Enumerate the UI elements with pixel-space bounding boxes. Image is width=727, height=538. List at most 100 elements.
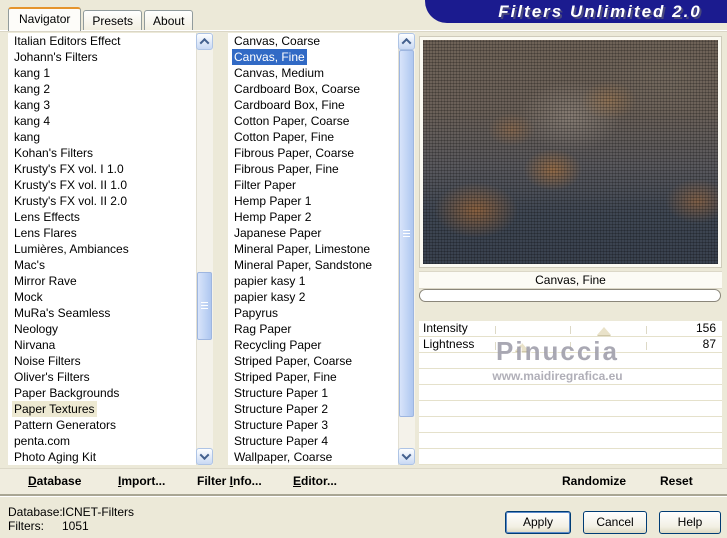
list-item[interactable]: Krusty's FX vol. I 1.0 <box>8 161 196 177</box>
list-item[interactable]: Krusty's FX vol. II 2.0 <box>8 193 196 209</box>
list-item[interactable]: Japanese Paper <box>228 225 398 241</box>
list-item[interactable]: Mineral Paper, Limestone <box>228 241 398 257</box>
list-item[interactable]: Cotton Paper, Coarse <box>228 113 398 129</box>
scroll-down-button[interactable] <box>196 448 213 465</box>
list-item[interactable]: Structure Paper 3 <box>228 417 398 433</box>
tab-about[interactable]: About <box>144 10 194 31</box>
slider-label: Intensity <box>423 321 468 335</box>
list-item[interactable]: Lumières, Ambiances <box>8 241 196 257</box>
filters-count-value: 1051 <box>62 519 89 533</box>
slider-value: 87 <box>702 337 716 351</box>
list-item[interactable]: Structure Paper 1 <box>228 385 398 401</box>
database-status-value: ICNET-Filters <box>62 505 134 519</box>
list-item[interactable]: kang 4 <box>8 113 196 129</box>
scroll-up-button[interactable] <box>398 33 415 50</box>
list-item[interactable]: Recycling Paper <box>228 337 398 353</box>
preview-caption: Canvas, Fine <box>419 271 722 289</box>
list-item[interactable]: Paper Backgrounds <box>8 385 196 401</box>
list-item[interactable]: Nirvana <box>8 337 196 353</box>
list-item[interactable]: kang <box>8 129 196 145</box>
filter-listbox[interactable]: Canvas, Coarse Canvas, Fine Canvas, Medium… <box>228 33 415 465</box>
list-item[interactable]: Italian Editors Effect <box>8 33 196 49</box>
list-item[interactable]: Lens Flares <box>8 225 196 241</box>
list-item[interactable]: Mirror Rave <box>8 273 196 289</box>
window-title: Filters Unlimited 2.0 <box>498 1 702 21</box>
list-item[interactable]: Cardboard Box, Coarse <box>228 81 398 97</box>
chevron-down-icon <box>401 450 412 461</box>
tab-divider <box>0 30 727 31</box>
list-item[interactable]: Canvas, Fine <box>228 49 398 65</box>
cancel-button[interactable]: Cancel <box>583 511 647 534</box>
chevron-up-icon <box>401 37 412 48</box>
list-item[interactable]: Structure Paper 4 <box>228 433 398 449</box>
filter-preview-image[interactable] <box>423 40 718 264</box>
slider-thumb[interactable] <box>597 327 612 335</box>
help-button[interactable]: Help <box>659 511 721 534</box>
list-item[interactable]: Neology <box>8 321 196 337</box>
list-item[interactable]: Structure Paper 2 <box>228 401 398 417</box>
list-item[interactable]: Paper Textures <box>8 401 196 417</box>
list-item[interactable]: Noise Filters <box>8 353 196 369</box>
list-item[interactable]: papier kasy 1 <box>228 273 398 289</box>
slider-lightness[interactable]: Lightness 87 <box>419 337 722 353</box>
scroll-up-button[interactable] <box>196 33 213 50</box>
list-item[interactable]: Cotton Paper, Fine <box>228 129 398 145</box>
list-item[interactable]: Striped Paper, Fine <box>228 369 398 385</box>
scrollbar-thumb[interactable] <box>399 50 414 417</box>
scrollbar-thumb[interactable] <box>197 272 212 340</box>
list-item[interactable]: Kohan's Filters <box>8 145 196 161</box>
category-scrollbar[interactable] <box>196 33 213 465</box>
list-item[interactable]: Fibrous Paper, Coarse <box>228 145 398 161</box>
slider-value: 156 <box>695 321 716 335</box>
slider-intensity[interactable]: Intensity 156 <box>419 321 722 337</box>
list-item[interactable]: Striped Paper, Coarse <box>228 353 398 369</box>
list-item[interactable]: Wallpaper, Coarse <box>228 449 398 465</box>
list-item[interactable]: Johann's Filters <box>8 49 196 65</box>
list-item[interactable]: MuRa's Seamless <box>8 305 196 321</box>
list-item[interactable]: kang 3 <box>8 97 196 113</box>
randomize-button[interactable]: Randomize <box>562 469 626 495</box>
list-item[interactable]: Mock <box>8 289 196 305</box>
slider-thumb[interactable] <box>515 343 530 351</box>
chevron-down-icon <box>199 450 210 461</box>
tab-navigator[interactable]: Navigator <box>8 7 82 31</box>
list-item[interactable]: Canvas, Coarse <box>228 33 398 49</box>
list-item[interactable]: Krusty's FX vol. II 1.0 <box>8 177 196 193</box>
list-item[interactable]: Lens Effects <box>8 209 196 225</box>
list-item[interactable]: Cardboard Box, Fine <box>228 97 398 113</box>
list-item[interactable]: Pattern Generators <box>8 417 196 433</box>
preview-frame <box>419 36 722 268</box>
filter-scrollbar[interactable] <box>398 33 415 465</box>
tab-bar: Navigator Presets About <box>8 7 194 31</box>
list-item[interactable]: penta.com <box>8 433 196 449</box>
list-item[interactable]: Mac's <box>8 257 196 273</box>
list-item[interactable]: papier kasy 2 <box>228 289 398 305</box>
database-status-label: Database: <box>8 505 63 519</box>
filter-info-button[interactable]: Filter Info... <box>197 469 262 495</box>
category-listbox[interactable]: Italian Editors Effect Johann's Filters ka… <box>8 33 213 465</box>
category-list: Italian Editors Effect Johann's Filters ka… <box>8 33 196 465</box>
list-item[interactable]: Papyrus <box>228 305 398 321</box>
apply-button[interactable]: Apply <box>505 511 571 534</box>
list-item[interactable]: Hemp Paper 1 <box>228 193 398 209</box>
list-item[interactable]: Hemp Paper 2 <box>228 209 398 225</box>
filters-count-label: Filters: <box>8 519 44 533</box>
database-button[interactable]: Database <box>28 469 81 495</box>
list-item[interactable]: Canvas, Medium <box>228 65 398 81</box>
list-item[interactable]: kang 1 <box>8 65 196 81</box>
editor-button[interactable]: Editor... <box>293 469 337 495</box>
list-item[interactable]: Photo Aging Kit <box>8 449 196 465</box>
filter-list: Canvas, Coarse Canvas, Fine Canvas, Medium… <box>228 33 398 465</box>
list-item[interactable]: Fibrous Paper, Fine <box>228 161 398 177</box>
toolbar-strip: Database Import... Filter Info... Editor… <box>0 468 727 495</box>
list-item[interactable]: Rag Paper <box>228 321 398 337</box>
list-item[interactable]: Oliver's Filters <box>8 369 196 385</box>
reset-button[interactable]: Reset <box>660 469 693 495</box>
list-item[interactable]: Mineral Paper, Sandstone <box>228 257 398 273</box>
empty-slider-rows <box>419 353 722 465</box>
scroll-down-button[interactable] <box>398 448 415 465</box>
list-item[interactable]: kang 2 <box>8 81 196 97</box>
tab-presets[interactable]: Presets <box>83 10 143 31</box>
import-button[interactable]: Import... <box>118 469 165 495</box>
list-item[interactable]: Filter Paper <box>228 177 398 193</box>
